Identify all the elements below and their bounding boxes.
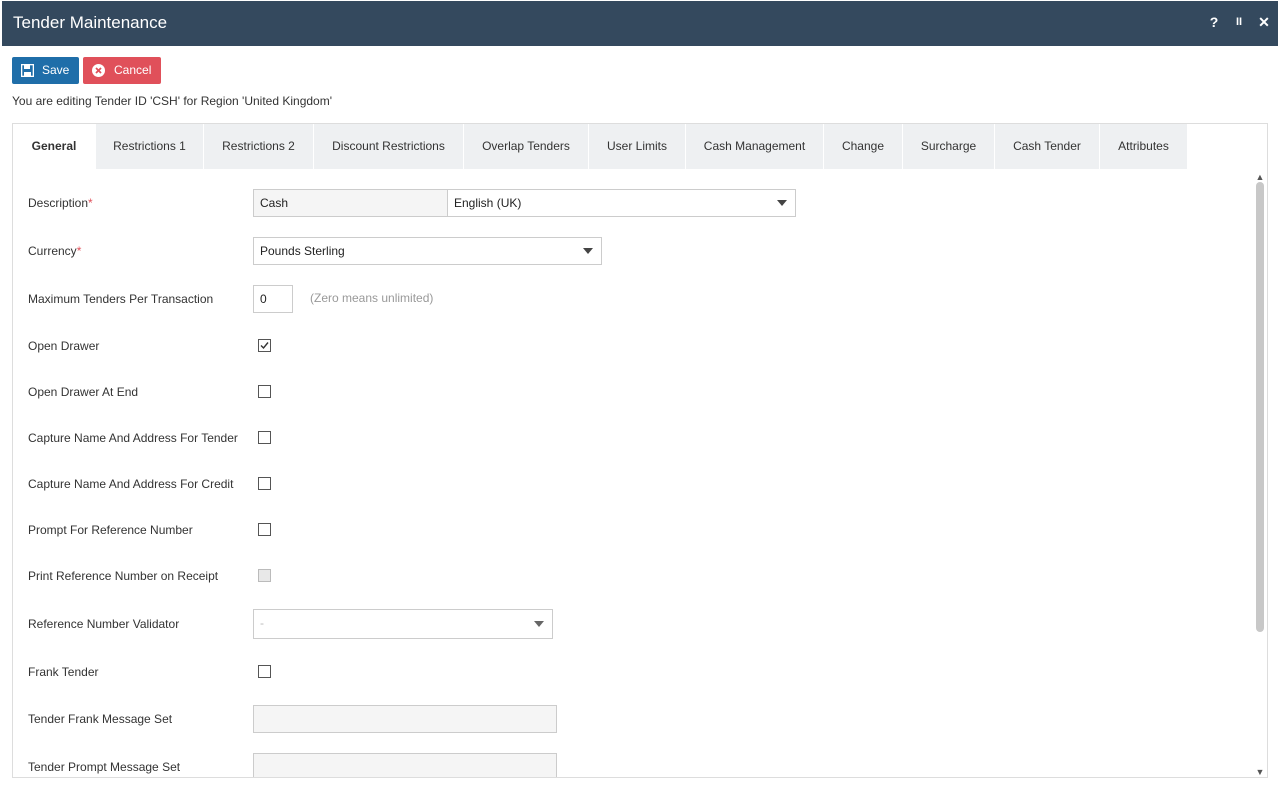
currency-value: Pounds Sterling xyxy=(260,244,345,258)
help-icon[interactable]: ? xyxy=(1205,13,1223,31)
scroll-down-icon[interactable]: ▼ xyxy=(1255,767,1265,777)
prompt-reference-checkbox[interactable] xyxy=(258,523,271,536)
chevron-down-icon xyxy=(777,200,787,206)
open-drawer-end-label: Open Drawer At End xyxy=(28,385,139,399)
currency-label: Currency* xyxy=(28,244,82,258)
prompt-message-label: Tender Prompt Message Set xyxy=(28,760,181,774)
tender-panel: General Restrictions 1 Restrictions 2 Di… xyxy=(12,123,1268,778)
reference-validator-value: - xyxy=(260,616,264,630)
tab-overlap-tenders[interactable]: Overlap Tenders xyxy=(464,124,589,169)
tab-discount-restrictions[interactable]: Discount Restrictions xyxy=(314,124,464,169)
tab-user-limits[interactable]: User Limits xyxy=(589,124,686,169)
tab-surcharge[interactable]: Surcharge xyxy=(903,124,995,169)
reference-validator-label: Reference Number Validator xyxy=(28,617,180,631)
prompt-reference-label: Prompt For Reference Number xyxy=(28,523,193,537)
cancel-label: Cancel xyxy=(114,63,152,77)
frank-tender-label: Frank Tender xyxy=(28,665,99,679)
chevron-down-icon xyxy=(583,248,593,254)
capture-credit-checkbox[interactable] xyxy=(258,477,271,490)
tab-restrictions-1[interactable]: Restrictions 1 xyxy=(96,124,204,169)
language-value: English (UK) xyxy=(454,196,522,210)
tab-cash-management[interactable]: Cash Management xyxy=(686,124,824,169)
close-icon[interactable]: ✕ xyxy=(1255,13,1273,31)
currency-select[interactable]: Pounds Sterling xyxy=(253,237,602,265)
frank-message-label: Tender Frank Message Set xyxy=(28,712,173,726)
cancel-button[interactable]: Cancel xyxy=(83,57,161,84)
open-drawer-checkbox[interactable] xyxy=(258,339,271,352)
scroll-up-icon[interactable]: ▲ xyxy=(1255,172,1265,182)
frank-tender-checkbox[interactable] xyxy=(258,665,271,678)
editing-info: You are editing Tender ID 'CSH' for Regi… xyxy=(12,94,333,108)
window-titlebar: Tender Maintenance ? II ✕ xyxy=(2,1,1278,46)
scroll-thumb[interactable] xyxy=(1256,182,1264,632)
tab-bar: General Restrictions 1 Restrictions 2 Di… xyxy=(13,124,1267,170)
pause-icon[interactable]: II xyxy=(1230,13,1248,31)
max-tenders-hint: (Zero means unlimited) xyxy=(310,291,434,305)
window-title: Tender Maintenance xyxy=(13,13,168,32)
check-icon xyxy=(260,342,269,350)
floppy-disk-icon xyxy=(21,64,34,77)
save-label: Save xyxy=(42,63,70,77)
prompt-message-input[interactable] xyxy=(253,753,557,777)
frank-message-input[interactable] xyxy=(253,705,557,733)
chevron-down-icon xyxy=(534,621,544,627)
open-drawer-label: Open Drawer xyxy=(28,339,100,353)
scrollbar[interactable]: ▲ ▼ xyxy=(1255,172,1265,777)
tab-change[interactable]: Change xyxy=(824,124,903,169)
description-label: Description* xyxy=(28,196,93,210)
reference-validator-select[interactable]: - xyxy=(253,609,553,639)
print-reference-checkbox xyxy=(258,569,271,582)
description-input[interactable]: Cash xyxy=(253,189,448,217)
save-button[interactable]: Save xyxy=(12,57,79,84)
tab-restrictions-2[interactable]: Restrictions 2 xyxy=(204,124,314,169)
capture-tender-checkbox[interactable] xyxy=(258,431,271,444)
open-drawer-end-checkbox[interactable] xyxy=(258,385,271,398)
max-tenders-input[interactable]: 0 xyxy=(253,285,293,313)
tab-attributes[interactable]: Attributes xyxy=(1100,124,1188,169)
cancel-circle-icon xyxy=(92,64,105,77)
capture-credit-label: Capture Name And Address For Credit xyxy=(28,477,234,491)
print-reference-label: Print Reference Number on Receipt xyxy=(28,569,219,583)
capture-tender-label: Capture Name And Address For Tender xyxy=(28,431,238,445)
tab-cash-tender[interactable]: Cash Tender xyxy=(995,124,1100,169)
tab-general[interactable]: General xyxy=(13,124,96,169)
max-tenders-label: Maximum Tenders Per Transaction xyxy=(28,292,214,306)
language-select[interactable]: English (UK) xyxy=(447,189,796,217)
